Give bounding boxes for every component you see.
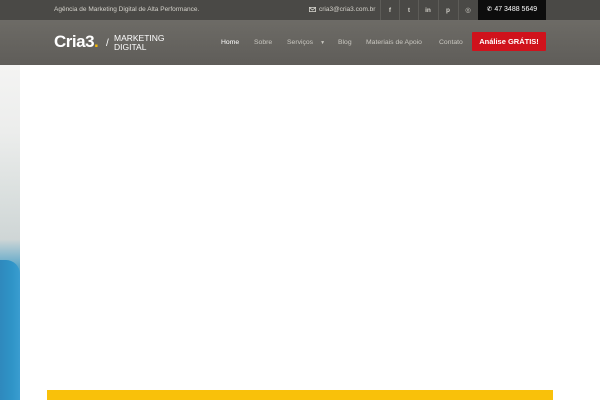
pinterest-icon[interactable]: p [438, 0, 457, 20]
phone-icon: ✆ [486, 6, 493, 13]
free-analysis-button[interactable]: Análise GRÁTIS! [472, 32, 546, 51]
hero-area [20, 65, 600, 400]
envelope-icon [309, 0, 316, 20]
phone-link[interactable]: ✆ 47 3488 5649 [478, 0, 546, 20]
nav-materiais[interactable]: Materiais de Apoio [366, 20, 422, 65]
logo-line-2: DIGITAL [114, 42, 147, 52]
chevron-down-icon: ▼ [320, 40, 326, 46]
email-text: cria3@cria3.com.br [319, 6, 376, 13]
twitter-icon[interactable]: t [399, 0, 418, 20]
yellow-banner [47, 390, 553, 400]
nav-blog[interactable]: Blog [338, 20, 352, 65]
nav-sobre[interactable]: Sobre [254, 20, 272, 65]
email-link[interactable]: cria3@cria3.com.br [309, 0, 375, 20]
hero-image-edge [0, 65, 20, 400]
logo-brand: Cria3. [54, 32, 99, 52]
top-bar: Agência de Marketing Digital de Alta Per… [0, 0, 600, 20]
instagram-icon[interactable]: ◎ [458, 0, 477, 20]
hero-image-figure [0, 260, 20, 400]
facebook-icon[interactable]: f [380, 0, 399, 20]
logo-brand-text: Cria3 [54, 32, 95, 51]
logo-dot: . [94, 32, 99, 51]
tagline: Agência de Marketing Digital de Alta Per… [54, 6, 200, 13]
nav-servicos-label: Serviços [287, 39, 314, 46]
nav-servicos[interactable]: Serviços ▼ [287, 20, 325, 65]
logo-slash: / [106, 38, 109, 49]
phone-number: 47 3488 5649 [494, 6, 538, 13]
nav-contato[interactable]: Contato [439, 20, 463, 65]
nav-home[interactable]: Home [221, 20, 239, 65]
linkedin-icon[interactable]: in [418, 0, 437, 20]
